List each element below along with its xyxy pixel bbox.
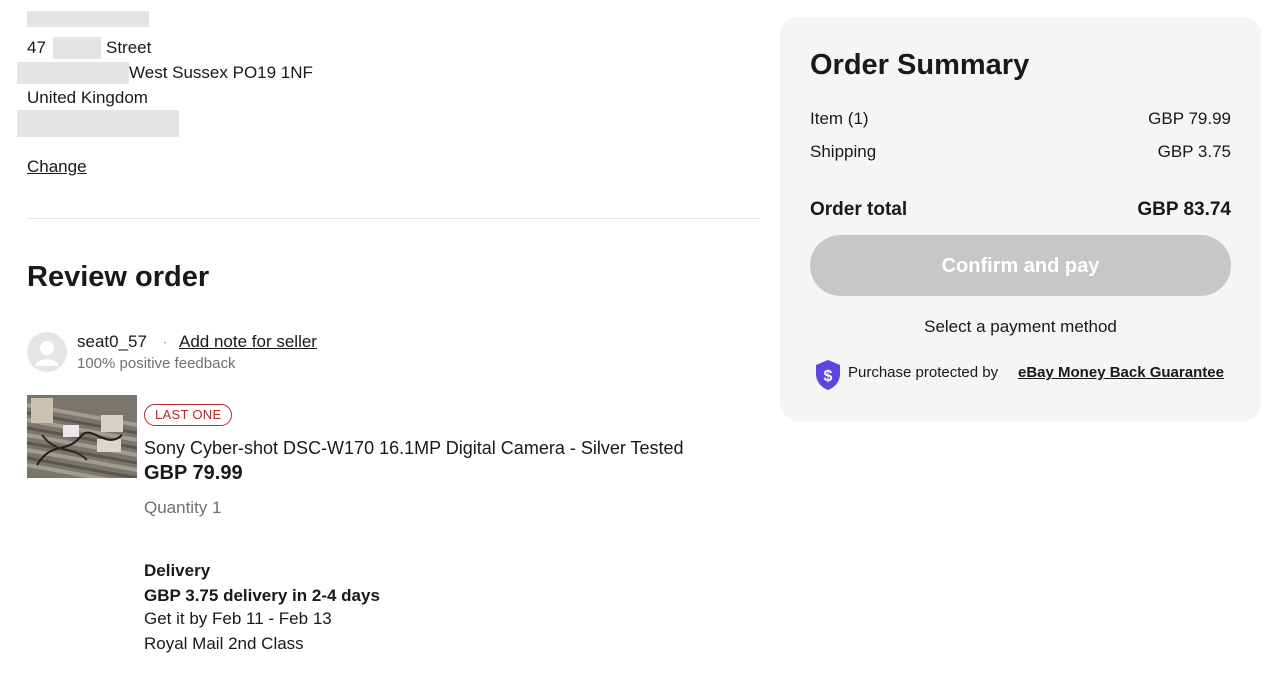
summary-total-value: GBP 83.74 (1137, 199, 1231, 220)
delivery-eta: Get it by Feb 11 - Feb 13 (144, 609, 332, 628)
summary-shipping-label: Shipping (810, 142, 877, 161)
address-line2: West Sussex PO19 1NF (129, 63, 313, 82)
redacted-name (27, 11, 149, 27)
summary-shipping-value: GBP 3.75 (1157, 142, 1231, 161)
item-quantity[interactable]: Quantity 1 (144, 498, 222, 518)
address-country: United Kingdom (27, 88, 148, 107)
shield-dollar-icon: $ (814, 359, 842, 391)
summary-item-label: Item (1) (810, 109, 869, 128)
protection-text: Purchase protected by (848, 364, 999, 381)
summary-total-row: Order total GBP 83.74 (810, 199, 1231, 221)
section-divider (27, 218, 760, 219)
summary-total-label: Order total (810, 199, 908, 220)
item-thumbnail[interactable] (27, 395, 137, 478)
last-one-badge: LAST ONE (144, 404, 233, 426)
delivery-service: Royal Mail 2nd Class (144, 634, 304, 653)
item-price: GBP 79.99 (144, 462, 243, 484)
address-line1-number: 47 (27, 38, 46, 57)
money-back-guarantee-link[interactable]: eBay Money Back Guarantee (1018, 364, 1224, 381)
redacted-street (53, 37, 101, 59)
item-title[interactable]: Sony Cyber-shot DSC-W170 16.1MP Digital … (144, 438, 684, 459)
order-summary-panel: Order Summary Item (1) GBP 79.99 Shippin… (780, 17, 1261, 421)
summary-shipping-row: Shipping GBP 3.75 (810, 142, 1231, 162)
redacted-town (17, 62, 129, 84)
seller-separator: · (162, 332, 168, 351)
seller-name[interactable]: seat0_57 (77, 332, 147, 352)
svg-text:$: $ (824, 368, 833, 385)
review-order-heading: Review order (27, 261, 210, 293)
change-address-link[interactable]: Change (27, 157, 87, 177)
redacted-phone (17, 110, 179, 137)
confirm-and-pay-button[interactable]: Confirm and pay (810, 235, 1231, 296)
order-summary-title: Order Summary (810, 49, 1030, 81)
add-note-link[interactable]: Add note for seller (179, 332, 317, 352)
avatar-icon (27, 332, 67, 372)
summary-item-value: GBP 79.99 (1148, 109, 1231, 128)
seller-feedback: 100% positive feedback (77, 355, 236, 372)
delivery-cost: GBP 3.75 delivery in 2-4 days (144, 586, 380, 605)
address-line1-street: Street (106, 38, 152, 57)
delivery-heading: Delivery (144, 561, 211, 580)
summary-item-row: Item (1) GBP 79.99 (810, 109, 1231, 129)
payment-hint: Select a payment method (924, 317, 1117, 336)
